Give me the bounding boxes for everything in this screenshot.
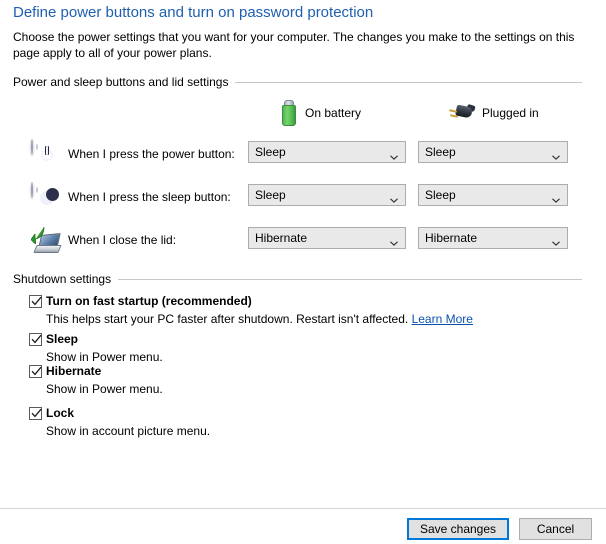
page-title: Define power buttons and turn on passwor… (13, 4, 374, 21)
column-label-on-battery: On battery (305, 106, 362, 120)
green-arrow-icon (30, 226, 47, 245)
checkbox-label-hibernate: Hibernate (46, 364, 102, 378)
column-label-plugged-in: Plugged in (482, 106, 539, 120)
checkbox-description-fast-startup: This helps start your PC faster after sh… (46, 312, 473, 326)
learn-more-link[interactable]: Learn More (412, 312, 473, 326)
checkbox-label-sleep: Sleep (46, 332, 79, 346)
group-header-power-sleep: Power and sleep buttons and lid settings (13, 75, 582, 89)
battery-icon (281, 99, 297, 127)
checkbox-fast-startup[interactable] (29, 295, 42, 308)
column-header-on-battery: On battery (281, 98, 361, 128)
checkbox-label-lock: Lock (46, 406, 75, 420)
setting-label-close-lid: When I close the lid: (68, 233, 177, 247)
plug-prong (449, 114, 459, 118)
group-rule (118, 278, 582, 280)
sleep-button-icon (31, 182, 63, 215)
setting-label-power-button: When I press the power button: (68, 147, 235, 161)
dropdown-power-button-plugged-in[interactable]: Sleep (418, 141, 568, 163)
setting-row-close-lid: When I close the lid: Hibernate Hibernat… (0, 224, 606, 260)
checkmark-icon (31, 334, 42, 345)
sleep-orb-inner (36, 187, 38, 193)
checkbox-description-lock: Show in account picture menu. (46, 424, 211, 438)
setting-label-sleep-button: When I press the sleep button: (68, 190, 231, 204)
dropdown-value: Hibernate (255, 231, 308, 245)
plug-prong (448, 109, 458, 113)
checkbox-sleep[interactable] (29, 333, 42, 346)
group-label-shutdown-settings: Shutdown settings (13, 272, 112, 286)
setting-row-power-button: When I press the power button: Sleep Sle… (0, 138, 606, 174)
cancel-button[interactable]: Cancel (519, 518, 592, 540)
footer-separator (0, 508, 606, 509)
save-changes-button[interactable]: Save changes (407, 518, 509, 540)
setting-row-sleep-button: When I press the sleep button: Sleep Sle… (0, 181, 606, 217)
dropdown-sleep-button-plugged-in[interactable]: Sleep (418, 184, 568, 206)
power-glyph-bar (46, 146, 48, 155)
dropdown-close-lid-on-battery[interactable]: Hibernate (248, 227, 406, 249)
laptop-lid-icon (30, 226, 63, 258)
power-orb-inner (36, 144, 38, 150)
sleep-orb (31, 182, 59, 205)
dropdown-close-lid-plugged-in[interactable]: Hibernate (418, 227, 568, 249)
chevron-down-icon (552, 235, 560, 246)
battery-body (282, 104, 296, 126)
column-header-plugged-in: Plugged in (448, 98, 539, 128)
checkbox-description-sleep: Show in Power menu. (46, 350, 163, 364)
dropdown-power-button-on-battery[interactable]: Sleep (248, 141, 406, 163)
checkmark-icon (31, 408, 42, 419)
chevron-down-icon (390, 149, 398, 160)
moon-glyph-cut (46, 188, 59, 201)
checkbox-label-fast-startup: Turn on fast startup (recommended) (46, 294, 252, 308)
page-description: Choose the power settings that you want … (13, 30, 575, 60)
power-orb (31, 139, 53, 161)
checkmark-icon (31, 366, 42, 377)
group-header-shutdown-settings: Shutdown settings (13, 272, 582, 286)
power-plug-icon (448, 103, 476, 123)
chevron-down-icon (552, 149, 560, 160)
chevron-down-icon (552, 192, 560, 203)
dropdown-value: Sleep (425, 188, 456, 202)
checkbox-lock[interactable] (29, 407, 42, 420)
dropdown-value: Hibernate (425, 231, 478, 245)
chevron-down-icon (390, 235, 398, 246)
dropdown-value: Sleep (255, 145, 286, 159)
power-button-icon (31, 139, 63, 172)
group-label-power-sleep: Power and sleep buttons and lid settings (13, 75, 229, 89)
dropdown-value: Sleep (255, 188, 286, 202)
checkbox-hibernate[interactable] (29, 365, 42, 378)
laptop-base (33, 245, 62, 253)
checkbox-description-hibernate: Show in Power menu. (46, 382, 163, 396)
checkmark-icon (31, 296, 42, 307)
group-rule (235, 81, 582, 83)
description-text: This helps start your PC faster after sh… (46, 312, 409, 326)
dropdown-value: Sleep (425, 145, 456, 159)
dropdown-sleep-button-on-battery[interactable]: Sleep (248, 184, 406, 206)
chevron-down-icon (390, 192, 398, 203)
